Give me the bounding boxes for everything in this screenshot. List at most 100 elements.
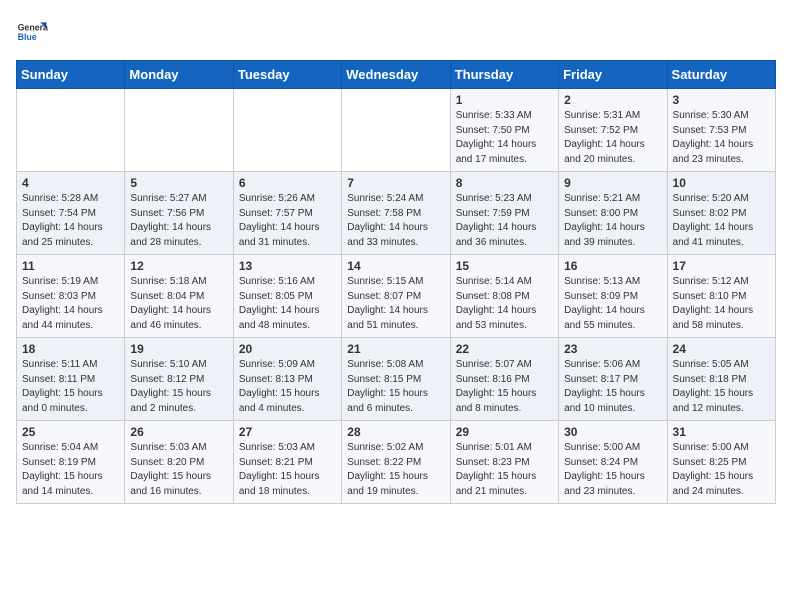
day-number: 5 [130,176,227,190]
day-cell: 15 Sunrise: 5:14 AM Sunset: 8:08 PM Dayli… [450,255,558,338]
week-row-1: 1 Sunrise: 5:33 AM Sunset: 7:50 PM Daylig… [17,89,776,172]
day-number: 31 [673,425,770,439]
day-cell: 20 Sunrise: 5:09 AM Sunset: 8:13 PM Dayli… [233,338,341,421]
day-cell: 31 Sunrise: 5:00 AM Sunset: 8:25 PM Dayli… [667,421,775,504]
day-cell: 18 Sunrise: 5:11 AM Sunset: 8:11 PM Dayli… [17,338,125,421]
day-cell: 8 Sunrise: 5:23 AM Sunset: 7:59 PM Daylig… [450,172,558,255]
day-number: 18 [22,342,119,356]
day-number: 10 [673,176,770,190]
day-cell: 23 Sunrise: 5:06 AM Sunset: 8:17 PM Dayli… [559,338,667,421]
day-number: 27 [239,425,336,439]
day-cell: 28Sunrise: 5:02 AM Sunset: 8:22 PM Dayli… [342,421,450,504]
day-cell: 12 Sunrise: 5:18 AM Sunset: 8:04 PM Dayli… [125,255,233,338]
day-content: Sunrise: 5:18 AM Sunset: 8:04 PM Dayligh… [130,275,227,333]
day-cell: 2 Sunrise: 5:31 AM Sunset: 7:52 PM Daylig… [559,89,667,172]
day-content: Sunrise: 5:10 AM Sunset: 8:12 PM Dayligh… [130,358,227,416]
day-header-monday: Monday [125,61,233,89]
header-row: SundayMondayTuesdayWednesdayThursdayFrid… [17,61,776,89]
day-cell: 22Sunrise: 5:07 AM Sunset: 8:16 PM Dayli… [450,338,558,421]
day-content: Sunrise: 5:05 AM Sunset: 8:18 PM Dayligh… [673,358,770,416]
day-cell: 19 Sunrise: 5:10 AM Sunset: 8:12 PM Dayli… [125,338,233,421]
day-number: 25 [22,425,119,439]
day-number: 21 [347,342,444,356]
day-number: 19 [130,342,227,356]
day-header-sunday: Sunday [17,61,125,89]
day-number: 4 [22,176,119,190]
day-cell: 17 Sunrise: 5:12 AM Sunset: 8:10 PM Dayli… [667,255,775,338]
day-number: 2 [564,93,661,107]
day-content: Sunrise: 5:01 AM Sunset: 8:23 PM Dayligh… [456,441,553,499]
svg-text:Blue: Blue [18,32,37,42]
day-cell: 4 Sunrise: 5:28 AM Sunset: 7:54 PM Daylig… [17,172,125,255]
day-content: Sunrise: 5:30 AM Sunset: 7:53 PM Dayligh… [673,109,770,167]
week-row-2: 4 Sunrise: 5:28 AM Sunset: 7:54 PM Daylig… [17,172,776,255]
day-cell: 14 Sunrise: 5:15 AM Sunset: 8:07 PM Dayli… [342,255,450,338]
day-cell: 27 Sunrise: 5:03 AM Sunset: 8:21 PM Dayli… [233,421,341,504]
day-cell: 7Sunrise: 5:24 AM Sunset: 7:58 PM Daylig… [342,172,450,255]
day-content: Sunrise: 5:06 AM Sunset: 8:17 PM Dayligh… [564,358,661,416]
day-number: 11 [22,259,119,273]
day-cell: 10 Sunrise: 5:20 AM Sunset: 8:02 PM Dayli… [667,172,775,255]
day-content: Sunrise: 5:26 AM Sunset: 7:57 PM Dayligh… [239,192,336,250]
week-row-3: 11 Sunrise: 5:19 AM Sunset: 8:03 PM Dayli… [17,255,776,338]
day-cell: 6Sunrise: 5:26 AM Sunset: 7:57 PM Daylig… [233,172,341,255]
day-number: 7 [347,176,444,190]
day-cell: 25 Sunrise: 5:04 AM Sunset: 8:19 PM Dayli… [17,421,125,504]
day-content: Sunrise: 5:11 AM Sunset: 8:11 PM Dayligh… [22,358,119,416]
day-cell [233,89,341,172]
week-row-5: 25 Sunrise: 5:04 AM Sunset: 8:19 PM Dayli… [17,421,776,504]
day-header-saturday: Saturday [667,61,775,89]
day-header-tuesday: Tuesday [233,61,341,89]
day-header-friday: Friday [559,61,667,89]
day-content: Sunrise: 5:12 AM Sunset: 8:10 PM Dayligh… [673,275,770,333]
day-number: 9 [564,176,661,190]
day-content: Sunrise: 5:19 AM Sunset: 8:03 PM Dayligh… [22,275,119,333]
day-number: 8 [456,176,553,190]
day-content: Sunrise: 5:15 AM Sunset: 8:07 PM Dayligh… [347,275,444,333]
calendar-table: SundayMondayTuesdayWednesdayThursdayFrid… [16,60,776,504]
day-header-thursday: Thursday [450,61,558,89]
day-content: Sunrise: 5:03 AM Sunset: 8:20 PM Dayligh… [130,441,227,499]
day-content: Sunrise: 5:03 AM Sunset: 8:21 PM Dayligh… [239,441,336,499]
day-content: Sunrise: 5:16 AM Sunset: 8:05 PM Dayligh… [239,275,336,333]
day-number: 15 [456,259,553,273]
header: General Blue [16,16,776,48]
day-number: 14 [347,259,444,273]
day-content: Sunrise: 5:28 AM Sunset: 7:54 PM Dayligh… [22,192,119,250]
day-content: Sunrise: 5:00 AM Sunset: 8:24 PM Dayligh… [564,441,661,499]
day-number: 26 [130,425,227,439]
day-content: Sunrise: 5:00 AM Sunset: 8:25 PM Dayligh… [673,441,770,499]
day-number: 29 [456,425,553,439]
day-number: 3 [673,93,770,107]
day-content: Sunrise: 5:31 AM Sunset: 7:52 PM Dayligh… [564,109,661,167]
day-content: Sunrise: 5:21 AM Sunset: 8:00 PM Dayligh… [564,192,661,250]
day-content: Sunrise: 5:33 AM Sunset: 7:50 PM Dayligh… [456,109,553,167]
day-content: Sunrise: 5:04 AM Sunset: 8:19 PM Dayligh… [22,441,119,499]
day-number: 13 [239,259,336,273]
day-content: Sunrise: 5:09 AM Sunset: 8:13 PM Dayligh… [239,358,336,416]
day-cell: 29 Sunrise: 5:01 AM Sunset: 8:23 PM Dayli… [450,421,558,504]
day-content: Sunrise: 5:20 AM Sunset: 8:02 PM Dayligh… [673,192,770,250]
day-content: Sunrise: 5:27 AM Sunset: 7:56 PM Dayligh… [130,192,227,250]
logo: General Blue [16,16,48,48]
day-cell: 26 Sunrise: 5:03 AM Sunset: 8:20 PM Dayli… [125,421,233,504]
day-cell: 3 Sunrise: 5:30 AM Sunset: 7:53 PM Daylig… [667,89,775,172]
day-number: 24 [673,342,770,356]
day-content: Sunrise: 5:23 AM Sunset: 7:59 PM Dayligh… [456,192,553,250]
day-number: 30 [564,425,661,439]
day-cell: 5 Sunrise: 5:27 AM Sunset: 7:56 PM Daylig… [125,172,233,255]
day-number: 23 [564,342,661,356]
day-number: 28 [347,425,444,439]
day-cell: 9 Sunrise: 5:21 AM Sunset: 8:00 PM Daylig… [559,172,667,255]
day-cell: 30 Sunrise: 5:00 AM Sunset: 8:24 PM Dayli… [559,421,667,504]
day-content: Sunrise: 5:14 AM Sunset: 8:08 PM Dayligh… [456,275,553,333]
day-cell [125,89,233,172]
day-cell: 16Sunrise: 5:13 AM Sunset: 8:09 PM Dayli… [559,255,667,338]
day-number: 20 [239,342,336,356]
day-number: 12 [130,259,227,273]
day-number: 16 [564,259,661,273]
day-content: Sunrise: 5:07 AM Sunset: 8:16 PM Dayligh… [456,358,553,416]
day-number: 17 [673,259,770,273]
day-cell: 24 Sunrise: 5:05 AM Sunset: 8:18 PM Dayli… [667,338,775,421]
day-number: 1 [456,93,553,107]
